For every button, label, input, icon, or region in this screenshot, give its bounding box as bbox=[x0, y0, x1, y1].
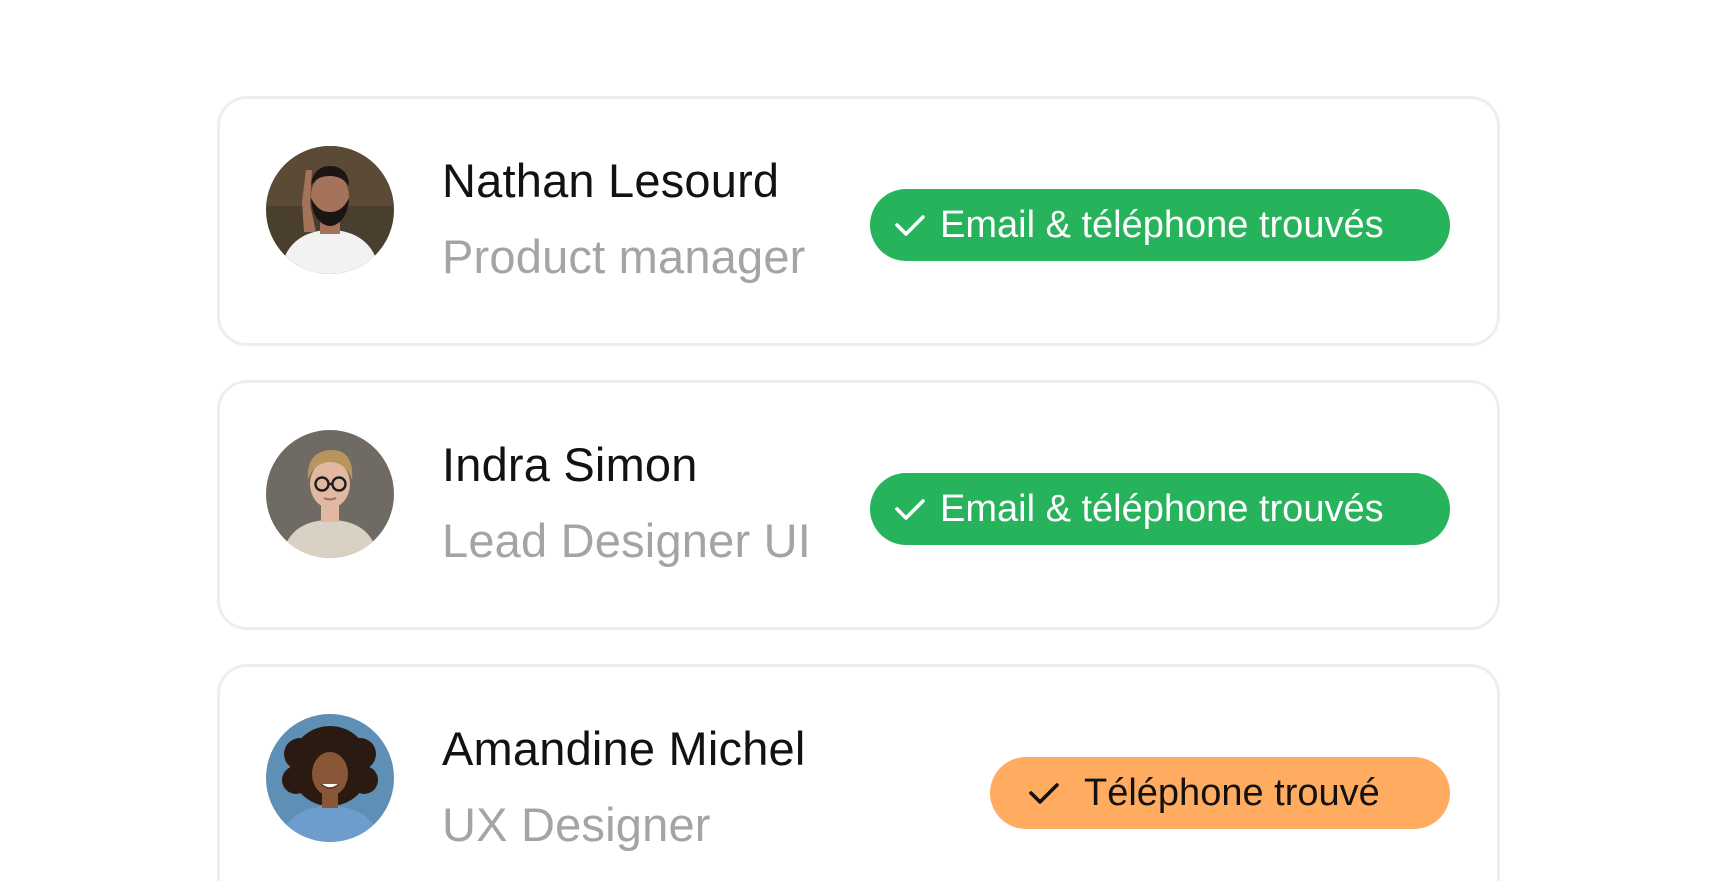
check-icon bbox=[1026, 775, 1062, 811]
avatar-photo bbox=[266, 146, 394, 274]
avatar bbox=[266, 146, 394, 274]
check-icon bbox=[892, 207, 928, 243]
status-badge: Email & téléphone trouvés bbox=[870, 473, 1450, 545]
status-label: Email & téléphone trouvés bbox=[940, 203, 1384, 246]
contact-role: UX Designer bbox=[442, 798, 711, 851]
contact-card[interactable]: Amandine Michel UX Designer Téléphone tr… bbox=[217, 664, 1500, 881]
contact-name: Indra Simon bbox=[442, 438, 698, 491]
avatar bbox=[266, 714, 394, 842]
status-label: Email & téléphone trouvés bbox=[940, 487, 1384, 530]
avatar-photo bbox=[266, 430, 394, 558]
contact-role: Product manager bbox=[442, 230, 806, 283]
contact-list: Nathan Lesourd Product manager Email & t… bbox=[0, 0, 1712, 881]
contact-card[interactable]: Nathan Lesourd Product manager Email & t… bbox=[217, 96, 1500, 346]
contact-name: Nathan Lesourd bbox=[442, 154, 780, 207]
status-label: Téléphone trouvé bbox=[1084, 771, 1380, 814]
contact-role: Lead Designer UI bbox=[442, 514, 811, 567]
status-badge: Téléphone trouvé bbox=[990, 757, 1450, 829]
contact-card[interactable]: Indra Simon Lead Designer UI Email & tél… bbox=[217, 380, 1500, 630]
avatar bbox=[266, 430, 394, 558]
status-badge: Email & téléphone trouvés bbox=[870, 189, 1450, 261]
check-icon bbox=[892, 491, 928, 527]
contact-name: Amandine Michel bbox=[442, 722, 806, 775]
avatar-photo bbox=[266, 714, 394, 842]
